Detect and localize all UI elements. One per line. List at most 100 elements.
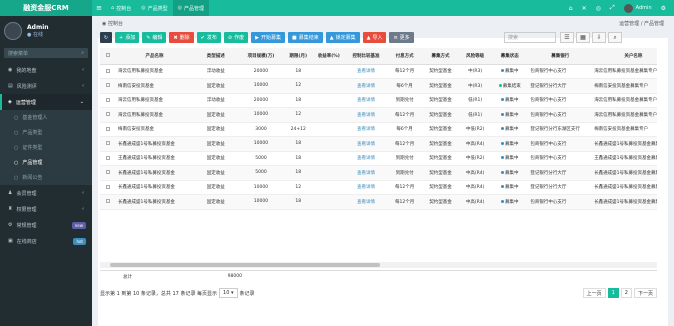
table-cell[interactable]: 查看详情 (344, 165, 388, 181)
table-row[interactable]: 王鑫通成盛1号私募投资基金 固定收益 5000 18 查看详情 到期兑付 契约型基金 中低(R… (100, 151, 657, 166)
sidebar-subitem[interactable]: ○ 产品类型 (0, 125, 92, 140)
list-view-button[interactable]: ☰ (560, 32, 574, 43)
table-cell[interactable]: 查看详情 (344, 136, 388, 152)
page-size-select[interactable]: 10 ▾ (219, 288, 238, 298)
globe-icon[interactable]: ◎ (596, 5, 601, 12)
table-row[interactable]: 梅南信安投资基金 固定收益 10000 12 查看详情 每6个月 契约型基金 中(R3) 募集结… (100, 78, 657, 94)
row-checkbox[interactable] (105, 141, 110, 145)
sidebar-item[interactable]: ⚙ 常规管理 new (0, 217, 92, 233)
expand-icon[interactable]: ⤢ (610, 4, 615, 12)
search-icon[interactable]: ⌕ (81, 50, 84, 56)
view-details-link[interactable]: 查看详情 (357, 171, 375, 176)
sidebar-item[interactable]: ◉ 我的地盘 ‹ (0, 62, 92, 78)
row-checkbox[interactable] (105, 112, 110, 116)
prev-page-button[interactable]: 上一页 (582, 288, 606, 298)
table-row[interactable]: 海云信用私募投资基金 浮动收益 20000 18 查看详情 每12个月 契约型基金 中(R3)… (100, 64, 657, 79)
sidebar-item[interactable]: ♜ 权限管理 ‹ (0, 201, 92, 217)
table-cell[interactable]: 查看详情 (344, 122, 388, 137)
table-search-input[interactable]: 搜索 (504, 32, 556, 43)
view-details-link[interactable]: 查看详情 (357, 84, 375, 89)
row-checkbox[interactable] (105, 155, 110, 160)
top-tab[interactable]: ◎ 产品管理 (172, 0, 209, 16)
toolbar-button[interactable]: ✎ 编辑 (142, 32, 167, 43)
table-cell[interactable]: 查看详情 (344, 78, 388, 94)
user-menu[interactable]: Admin (623, 3, 652, 13)
row-checkbox[interactable] (105, 68, 110, 73)
view-details-link[interactable]: 查看详情 (357, 127, 375, 132)
table-row[interactable]: 海云信用私募投资基金 固定收益 10000 12 查看详情 每12个月 契约型基金 低(R1)… (100, 107, 657, 123)
view-details-link[interactable]: 查看详情 (357, 69, 375, 74)
page-button[interactable]: 2 (620, 288, 632, 298)
table-cell[interactable]: 查看详情 (344, 180, 388, 195)
view-details-link[interactable]: 查看详情 (357, 200, 375, 205)
row-checkbox[interactable] (105, 170, 110, 174)
table-row[interactable]: 长鑫通成盛1号私募投资基金 固定收益 10000 12 查看详情 每12个月 契约型基金 中高… (100, 180, 657, 195)
toolbar-button[interactable]: ≡ 更多 (389, 32, 414, 43)
table-row[interactable]: 长鑫通成盛1号私募投资基金 固定收益 10000 18 查看详情 每12个月 契约型基金 中高… (100, 136, 657, 152)
search-toggle-button[interactable]: ⌕ (608, 32, 622, 43)
sidebar-subitem[interactable]: ○ 新闻公告 (0, 170, 92, 185)
table-header[interactable]: 风险等级 (459, 48, 492, 65)
home-icon[interactable]: ⌂ (569, 5, 573, 12)
top-tab[interactable]: ⌂ 控制台 (106, 0, 136, 16)
columns-button[interactable]: ▦ (576, 32, 590, 43)
table-row[interactable]: 长鑫通成盛1号私募投资基金 固定收益 5000 18 查看详情 到期兑付 契约型基金 中高(R… (100, 165, 657, 181)
gear-icon[interactable]: ⚙ (661, 5, 666, 12)
sidebar-item[interactable]: ▣ 在线商店 hot (0, 233, 92, 249)
table-row[interactable]: 海云信用私募投资基金 浮动收益 20000 18 查看详情 到期兑付 契约型基金 低(R1) 募… (100, 93, 657, 108)
breadcrumb-left[interactable]: ◉ 控制台 (102, 20, 123, 27)
table-cell[interactable]: 查看详情 (344, 107, 388, 123)
toolbar-button[interactable]: + 添加 (115, 32, 140, 43)
table-cell[interactable]: 查看详情 (344, 151, 388, 166)
table-header[interactable] (100, 48, 116, 65)
sidebar-subitem[interactable]: ○ 证件类型 (0, 140, 92, 155)
table-header[interactable]: 募集银行 (528, 48, 593, 65)
sidebar-item[interactable]: ▤ 风险测评 ‹ (0, 78, 92, 94)
sidebar-subitem[interactable]: ○ 基金管理人 (0, 110, 92, 125)
scrollbar-thumb[interactable] (110, 263, 380, 267)
table-header[interactable]: 期限(月) (283, 48, 313, 65)
table-header[interactable]: 关户名称 (592, 48, 657, 65)
sidebar-subitem[interactable]: ○ 产品管理 (0, 155, 92, 170)
view-details-link[interactable]: 查看详情 (357, 185, 375, 190)
view-details-link[interactable]: 查看详情 (357, 113, 375, 118)
top-tab[interactable]: ◎ 产品类型 (136, 0, 172, 16)
table-cell[interactable]: 查看详情 (344, 64, 388, 79)
table-header[interactable]: 收益率(%) (312, 48, 345, 65)
view-details-link[interactable]: 查看详情 (357, 142, 375, 147)
toolbar-button[interactable]: ↻ (100, 32, 112, 43)
view-details-link[interactable]: 查看详情 (357, 98, 375, 103)
row-checkbox[interactable] (105, 184, 110, 189)
horizontal-scrollbar[interactable] (100, 262, 657, 268)
toolbar-button[interactable]: ■ 募集结束 (287, 32, 323, 43)
table-header[interactable]: 募集状态 (491, 48, 529, 65)
page-button[interactable]: 1 (607, 288, 619, 298)
app-logo[interactable]: 融资金服CRM (0, 0, 92, 16)
sidebar-item[interactable]: ♟ 会员管理 ‹ (0, 185, 92, 201)
table-header[interactable]: 付息方式 (387, 48, 422, 65)
table-header[interactable]: 项目规模(万) (238, 48, 284, 65)
row-checkbox[interactable] (105, 199, 110, 203)
trash-icon[interactable]: ✕ (582, 5, 587, 12)
row-checkbox[interactable] (105, 83, 110, 87)
table-row[interactable]: 长鑫通成盛1号私募投资基金 固定收益 10000 18 查看详情 每12个月 契约型基金 中高… (100, 194, 657, 210)
sidebar-toggle-icon[interactable]: ≡ (92, 4, 106, 12)
row-checkbox[interactable] (105, 126, 110, 131)
toolbar-button[interactable]: ▲ 锁定募集 (325, 32, 360, 43)
table-cell[interactable]: 查看详情 (344, 93, 388, 108)
view-details-link[interactable]: 查看详情 (357, 156, 375, 161)
toolbar-button[interactable]: ▲ 导入 (362, 32, 387, 43)
table-header[interactable]: 控制比较基准 (344, 48, 388, 65)
select-all-checkbox[interactable] (105, 53, 110, 57)
sidebar-search-input[interactable]: 搜索菜单 ⌕ (4, 48, 88, 58)
toolbar-button[interactable]: ✔ 发布 (196, 32, 221, 43)
toolbar-button[interactable]: ▶ 开始募集 (251, 32, 285, 43)
table-header[interactable]: 募集方式 (421, 48, 460, 65)
export-button[interactable]: ⇩ (592, 32, 606, 43)
table-row[interactable]: 梅南信安投资基金 固定收益 3000 24+12 查看详情 每6个月 契约型基金 中低(R2)… (100, 122, 657, 137)
table-header[interactable]: 产品名称 (115, 48, 194, 65)
table-header[interactable]: 类型描述 (193, 48, 239, 65)
table-cell[interactable]: 查看详情 (344, 194, 388, 210)
row-checkbox[interactable] (105, 97, 110, 102)
next-page-button[interactable]: 下一页 (633, 288, 657, 298)
